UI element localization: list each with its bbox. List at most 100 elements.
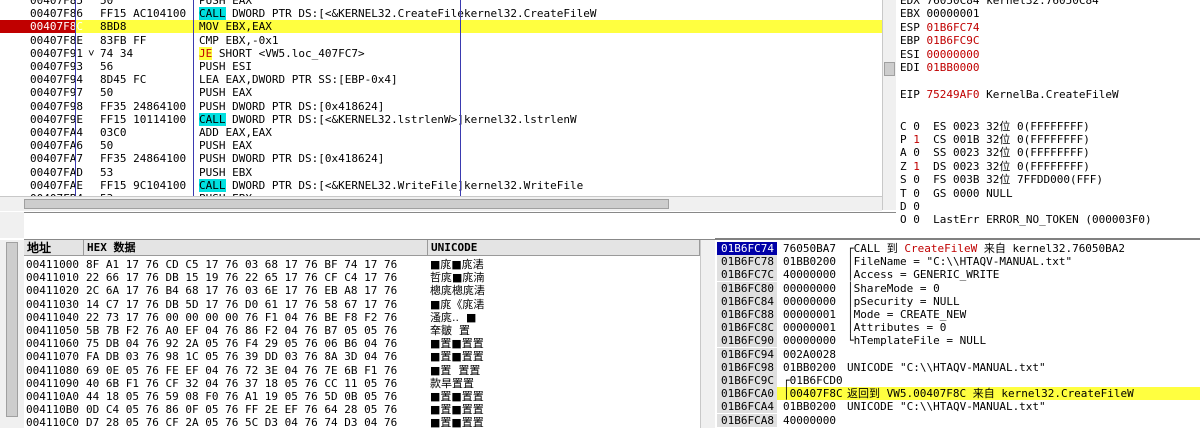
- register-row[interactable]: EDI 01BB0000: [900, 61, 979, 74]
- stack-address[interactable]: 01B6FC94: [717, 347, 777, 361]
- register-row[interactable]: EDX 76050C84 kernel32.76050C84: [900, 0, 1099, 7]
- disasm-row[interactable]: 00407F85 50 PUSH EAX: [0, 0, 882, 7]
- register-value[interactable]: 76050C84: [927, 0, 980, 7]
- disasm-address[interactable]: 00407F86: [0, 7, 83, 20]
- register-value[interactable]: 01B6FC9C: [927, 34, 980, 47]
- register-row[interactable]: EBX 00000001: [900, 7, 979, 20]
- dump-address[interactable]: 004110B0: [26, 403, 79, 416]
- dump-address[interactable]: 004110A0: [26, 390, 79, 403]
- register-value[interactable]: 00000000: [927, 48, 980, 61]
- disasm-address[interactable]: 00407F98: [0, 100, 83, 113]
- stack-address[interactable]: 01B6FC88: [717, 308, 777, 321]
- dump-address[interactable]: 00411090: [26, 377, 79, 390]
- disasm-address[interactable]: 00407F8E: [0, 34, 83, 47]
- stack-value[interactable]: 01BB0200: [783, 361, 845, 374]
- register-row[interactable]: ESI 00000000: [900, 48, 979, 61]
- dump-unicode[interactable]: ■置■置置: [430, 390, 484, 403]
- stack-value[interactable]: ┌01B6FCD0: [783, 374, 845, 387]
- disassembly-vertical-scrollbar[interactable]: [882, 0, 896, 210]
- register-value[interactable]: 01B6FC74: [927, 21, 980, 34]
- stack-address[interactable]: 01B6FC80: [717, 281, 777, 295]
- dump-row[interactable]: 00411080 69 0E 05 76 FE EF 04 76 72 3E 04…: [24, 364, 700, 377]
- dump-unicode[interactable]: 羍皺 置: [430, 324, 470, 337]
- stack-value[interactable]: 00000000: [783, 295, 845, 308]
- dump-row[interactable]: 004110B0 0D C4 05 76 86 0F 05 76 FF 2E EF…: [24, 403, 700, 416]
- dump-unicode[interactable]: ■置■置置: [430, 337, 484, 350]
- dump-address[interactable]: 00411050: [26, 324, 79, 337]
- scroll-thumb[interactable]: [884, 62, 895, 76]
- dump-header-unicode[interactable]: UNICODE: [428, 240, 700, 256]
- stack-value[interactable]: 76050BA7: [783, 242, 845, 255]
- dump-header-hex[interactable]: HEX 数据: [84, 240, 428, 256]
- register-row[interactable]: C 0 ES 0023 32位 0(FFFFFFFF): [900, 120, 1090, 133]
- registers-pane[interactable]: EDX 76050C84 kernel32.76050C84 EBX 000000…: [896, 0, 1200, 236]
- disasm-address[interactable]: 00407F94: [0, 73, 83, 86]
- dump-unicode[interactable]: ■庣■庣湱: [430, 258, 484, 271]
- dump-hex[interactable]: 44 18 05 76 59 08 F0 76 A1 19 05 76 5D 0…: [86, 390, 397, 403]
- dump-row[interactable]: 00411020 2C 6A 17 76 B4 68 17 76 03 6E 17…: [24, 284, 700, 297]
- dump-unicode[interactable]: ■置■置置: [430, 416, 484, 428]
- stack-value[interactable]: │00407F8C: [783, 387, 845, 400]
- dump-hex[interactable]: 14 C7 17 76 DB 5D 17 76 D0 61 17 76 58 6…: [86, 298, 397, 311]
- disasm-address[interactable]: 00407FAD: [0, 166, 83, 179]
- disasm-row[interactable]: 00407F93 56 PUSH ESI: [0, 60, 882, 73]
- stack-value[interactable]: 01BB0200: [783, 400, 845, 413]
- stack-value[interactable]: 40000000: [783, 414, 845, 427]
- disasm-address[interactable]: 00407FA7: [0, 152, 83, 165]
- dump-row[interactable]: 00411060 75 DB 04 76 92 2A 05 76 F4 29 05…: [24, 337, 700, 350]
- register-value[interactable]: 01BB0000: [927, 61, 980, 74]
- register-row[interactable]: S 0 FS 003B 32位 7FFDD000(FFF): [900, 173, 1103, 186]
- stack-address[interactable]: 01B6FCA8: [717, 413, 777, 427]
- dump-hex[interactable]: 22 66 17 76 DB 15 19 76 22 65 17 76 CF C…: [86, 271, 397, 284]
- disasm-row[interactable]: 00407F97 50 PUSH EAX: [0, 86, 882, 99]
- disasm-address[interactable]: 00407FA4: [0, 126, 83, 139]
- stack-address[interactable]: 01B6FC90: [717, 334, 777, 348]
- dump-address[interactable]: 00411000: [26, 258, 79, 271]
- dump-address[interactable]: 004110C0: [26, 416, 79, 428]
- stack-value[interactable]: 00000001: [783, 308, 845, 321]
- register-row[interactable]: Z 1 DS 0023 32位 0(FFFFFFFF): [900, 160, 1090, 173]
- disasm-address[interactable]: 00407F93: [0, 60, 83, 73]
- stack-value[interactable]: 00000001: [783, 321, 845, 334]
- dump-hex[interactable]: D7 28 05 76 CF 2A 05 76 5C D3 04 76 74 D…: [86, 416, 397, 428]
- dump-unicode[interactable]: ■置 置置: [430, 364, 480, 377]
- stack-address[interactable]: 01B6FC74: [717, 242, 777, 255]
- disasm-row[interactable]: 00407FAE FF15 9C104100 CALL DWORD PTR DS:[…: [0, 178, 882, 192]
- disasm-address[interactable]: 00407FAE: [0, 179, 83, 192]
- dump-vertical-scrollbar[interactable]: [700, 240, 715, 428]
- dump-row[interactable]: 00411030 14 C7 17 76 DB 5D 17 76 D0 61 17…: [24, 298, 700, 311]
- dump-hex[interactable]: 2C 6A 17 76 B4 68 17 76 03 6E 17 76 EB A…: [86, 284, 397, 297]
- dump-unicode[interactable]: 溞庣.. ■: [430, 311, 476, 324]
- disasm-address[interactable]: 00407F97: [0, 86, 83, 99]
- stack-value[interactable]: 40000000: [783, 268, 845, 281]
- register-row[interactable]: D 0: [900, 200, 920, 213]
- register-row[interactable]: A 0 SS 0023 32位 0(FFFFFFFF): [900, 146, 1090, 159]
- disasm-row[interactable]: 00407FA4 03C0 ADD EAX,EAX: [0, 126, 882, 139]
- disasm-row[interactable]: 00407FA6 50 PUSH EAX: [0, 139, 882, 152]
- stack-address[interactable]: 01B6FC78: [717, 255, 777, 269]
- register-row[interactable]: ESP 01B6FC74: [900, 21, 979, 34]
- register-row[interactable]: O 0 LastErr ERROR_NO_TOKEN (000003F0): [900, 213, 1152, 226]
- disasm-address[interactable]: 00407F91: [0, 47, 83, 60]
- dump-unicode[interactable]: 樬庣樬庣湱: [430, 284, 485, 297]
- disasm-row[interactable]: 00407F91 ˅ 74 34 JE SHORT <VW5.loc_407FC7>: [0, 46, 882, 60]
- info-pane[interactable]: [24, 212, 896, 240]
- dump-unicode[interactable]: 哲庣■庣湳: [430, 271, 484, 284]
- disassembly-pane[interactable]: 00407F85 50 PUSH EAX 00407F86 FF15 AC104100 C…: [0, 0, 882, 210]
- dump-row[interactable]: 00411090 40 6B F1 76 CF 32 04 76 37 18 05…: [24, 377, 700, 390]
- memory-dump-pane[interactable]: 地址 HEX 数据 UNICODE 00411000 8F A1 17 76 CD…: [24, 240, 700, 428]
- disasm-address[interactable]: 00407F85: [0, 0, 83, 7]
- stack-value[interactable]: 00000000: [783, 334, 845, 347]
- stack-address[interactable]: 01B6FC84: [717, 294, 777, 308]
- dump-unicode[interactable]: ■庣《庣湱: [430, 298, 484, 311]
- dump-hex[interactable]: 0D C4 05 76 86 0F 05 76 FF 2E EF 76 64 2…: [86, 403, 397, 416]
- dump-row[interactable]: 00411040 22 73 17 76 00 00 00 00 76 F1 04…: [24, 311, 700, 324]
- dump-address[interactable]: 00411020: [26, 284, 79, 297]
- dump-address[interactable]: 00411040: [26, 311, 79, 324]
- stack-value[interactable]: 00000000: [783, 282, 845, 295]
- register-value[interactable]: 75249AF0: [927, 88, 980, 101]
- dump-hex[interactable]: 5B 7B F2 76 A0 EF 04 76 86 F2 04 76 B7 0…: [86, 324, 397, 337]
- stack-address[interactable]: 01B6FCA0: [717, 387, 777, 401]
- stack-pane[interactable]: 01B6FC74 76050BA7 ┌CALL 到 CreateFileW 来自 k…: [715, 240, 1200, 428]
- dump-row[interactable]: 004110A0 44 18 05 76 59 08 F0 76 A1 19 05…: [24, 390, 700, 403]
